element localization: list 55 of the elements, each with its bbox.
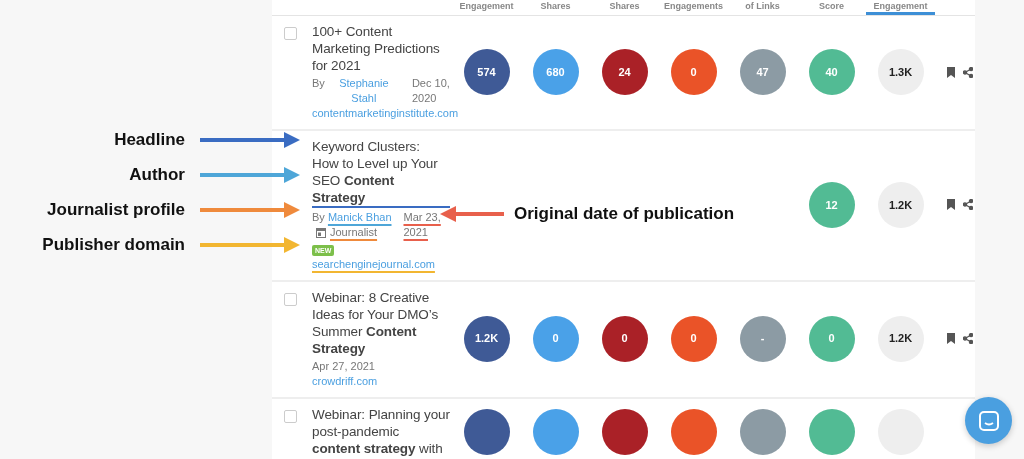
profile-icon: [316, 227, 326, 238]
annotation-label: Original date of publication: [514, 203, 735, 225]
domain-link[interactable]: contentmarketinginstitute.com: [312, 107, 459, 119]
checkbox[interactable]: [284, 27, 297, 40]
metric-count: 24: [601, 49, 648, 95]
column-tab[interactable]: Engagement: [866, 0, 935, 15]
checkbox[interactable]: [284, 409, 297, 423]
metric-count: 1.2K: [463, 315, 510, 362]
headline[interactable]: Webinar: 8 Creative Ideas for Your DMO’s Summer Content Strategy: [312, 288, 450, 357]
headline[interactable]: Keyword Clusters: How to Level up Your SEO Content Strategy: [312, 138, 450, 208]
author-link[interactable]: Manick Bhan: [327, 210, 392, 225]
column-tab[interactable]: Shares: [521, 0, 590, 15]
chat-button[interactable]: [965, 397, 1012, 444]
total-engagement: 1.2K: [877, 315, 924, 362]
metric-count: 47: [739, 49, 786, 95]
metric-count: 40: [808, 49, 855, 95]
column-tab[interactable]: of Links: [728, 0, 797, 15]
metric-count: 574: [463, 49, 510, 95]
total-engagement: 1.3K: [877, 49, 924, 95]
publish-date: Dec 10, 2020: [411, 76, 450, 106]
domain-link[interactable]: crowdriff.com: [312, 374, 378, 387]
annotation-label: Author: [128, 163, 185, 186]
domain-link[interactable]: searchenginejournal.com: [312, 257, 435, 270]
annotation-label: Headline: [113, 128, 185, 151]
author-prefix: By: [312, 77, 325, 89]
metric-count: -: [739, 315, 786, 362]
metric-count: 680: [532, 49, 579, 95]
metric-count: 0: [808, 315, 855, 362]
headline[interactable]: Webinar: Planning your post-pandemic content strategy with: [312, 405, 450, 457]
metric-count: 0: [670, 49, 717, 95]
chat-icon: [977, 409, 1000, 432]
headline[interactable]: 100+ Content Marketing Predictions for 2021: [312, 23, 450, 74]
metric-count: 0: [601, 315, 648, 362]
annotation-label: Publisher domain: [41, 233, 185, 256]
column-tab[interactable]: Shares: [590, 0, 659, 15]
column-tab[interactable]: Score: [797, 0, 866, 15]
column-tab[interactable]: Engagements: [659, 0, 728, 15]
publish-date: Apr 27, 2021: [312, 358, 375, 374]
column-tab[interactable]: Engagement: [452, 0, 521, 15]
share-icon[interactable]: [963, 333, 973, 344]
annotation-label: Journalist profile: [46, 198, 185, 221]
author-prefix: By: [312, 211, 325, 223]
share-icon[interactable]: [963, 66, 973, 78]
author-link[interactable]: Stephanie Stahl: [327, 76, 400, 106]
publish-date: Mar 23, 2021: [403, 210, 442, 240]
bookmark-icon[interactable]: [947, 199, 955, 211]
bookmark-icon[interactable]: [947, 66, 955, 78]
bookmark-icon[interactable]: [947, 333, 955, 344]
journalist-profile[interactable]: Journalist: [330, 225, 378, 240]
share-icon[interactable]: [963, 199, 973, 211]
total-engagement: 1.2K: [877, 181, 924, 228]
checkbox[interactable]: [284, 292, 297, 306]
metric-count: 12: [808, 181, 855, 228]
metric-count: 0: [532, 315, 579, 362]
metric-count: 0: [670, 315, 717, 362]
